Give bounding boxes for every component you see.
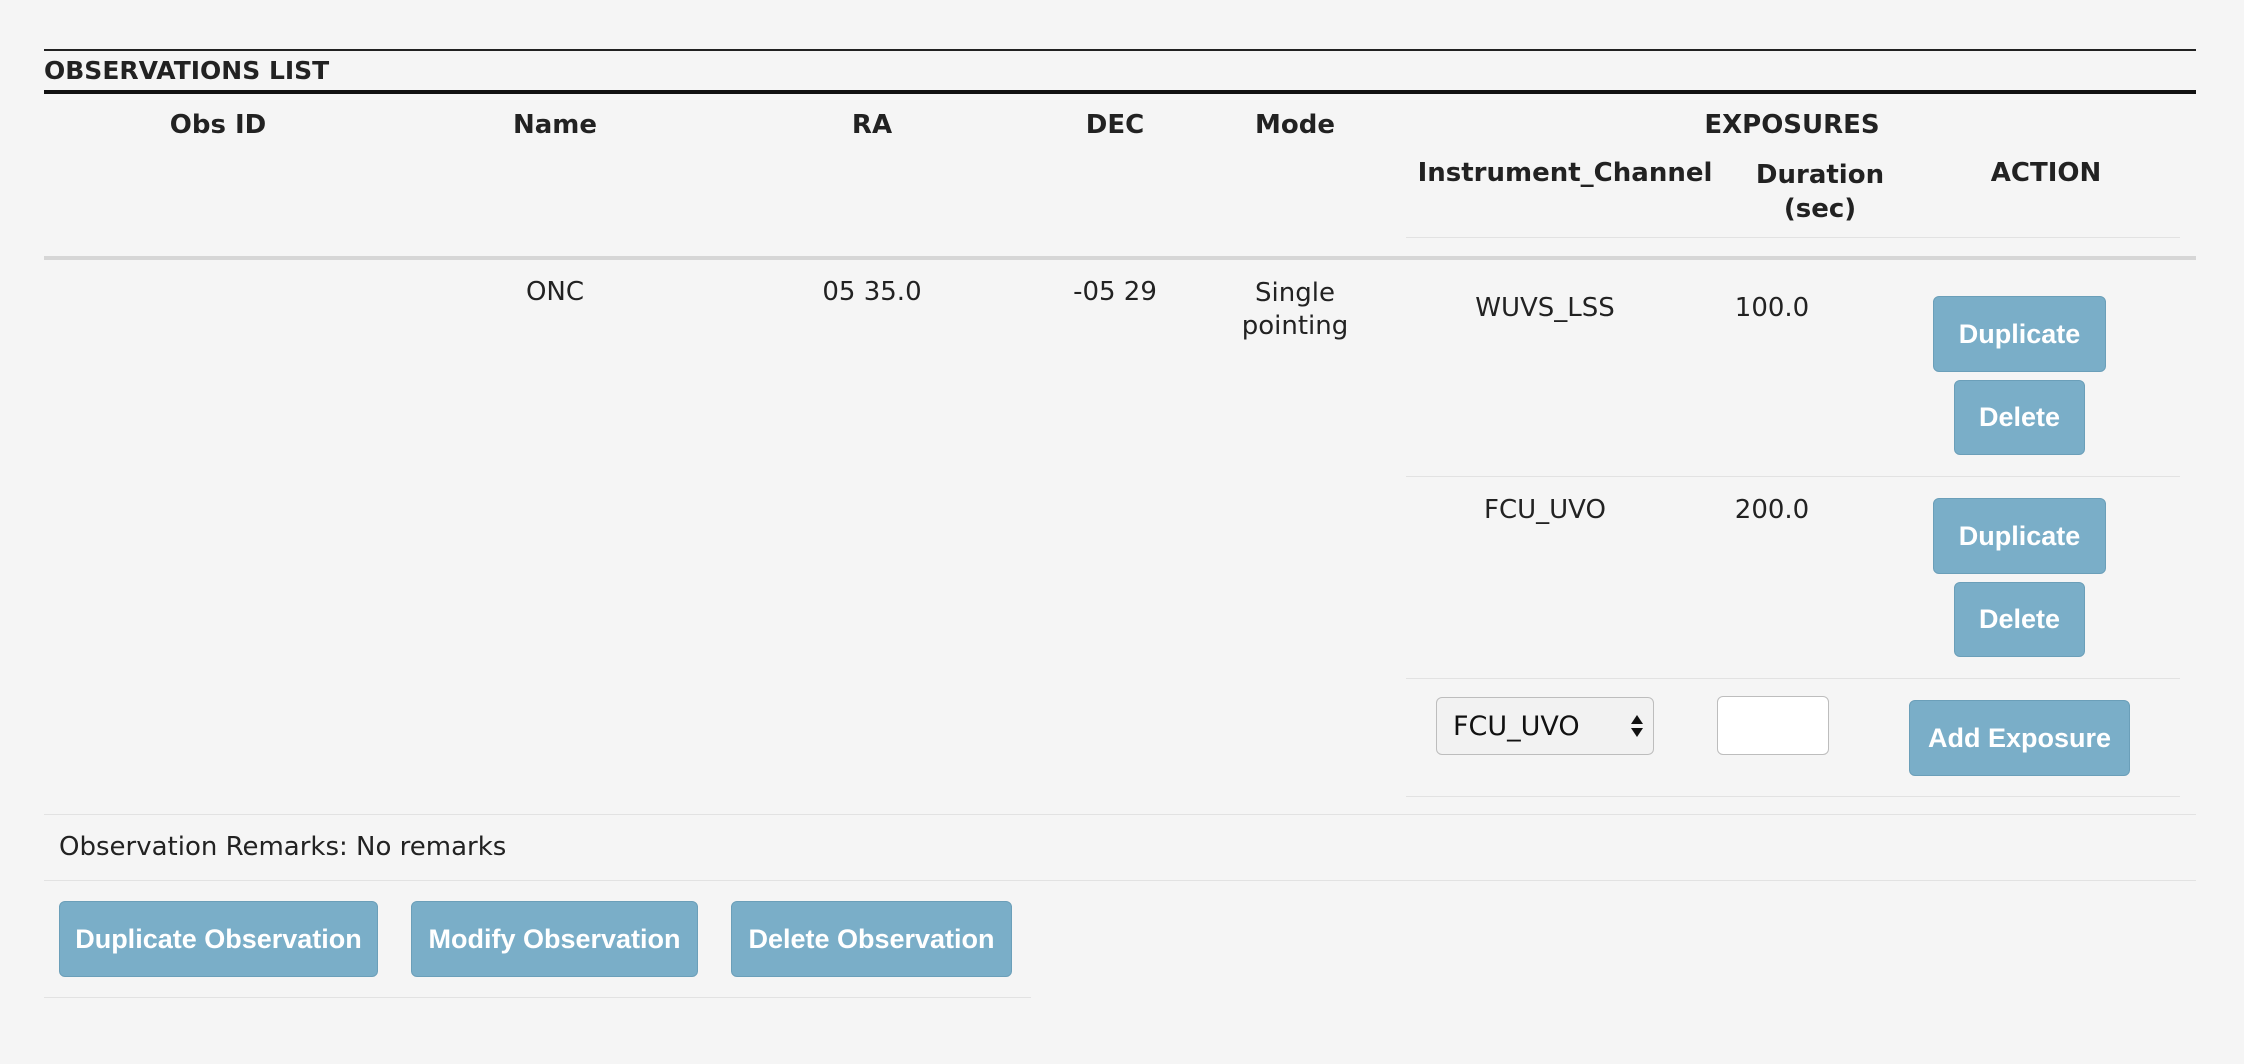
header-ra: RA: [851, 110, 893, 140]
header-duration-line1: Duration: [1755, 160, 1885, 190]
exposure-2-channel: FCU_UVO: [1484, 495, 1606, 525]
exposure-2-delete-button[interactable]: Delete: [1954, 582, 2085, 657]
exposure-2-duration: 200.0: [1734, 495, 1810, 525]
exposure-1-duplicate-button[interactable]: Duplicate: [1933, 296, 2106, 372]
header-name: Name: [512, 110, 598, 140]
duplicate-observation-button[interactable]: Duplicate Observation: [59, 901, 378, 977]
top-rule: [44, 49, 2196, 51]
row-dec: -05 29: [1073, 277, 1157, 307]
header-bottom-rule: [44, 256, 2196, 260]
remarks-bottom-rule: [44, 880, 2196, 881]
header-duration-line2: (sec): [1783, 194, 1857, 224]
header-action: ACTION: [1990, 158, 2102, 188]
chevron-updown-icon: [1631, 715, 1643, 737]
instrument-channel-select-value: FCU_UVO: [1453, 710, 1580, 742]
header-duration: Duration (sec): [1720, 158, 1920, 226]
header-obs-id: Obs ID: [169, 110, 267, 140]
row-ra: 05 35.0: [822, 277, 922, 307]
add-exposure-rule: [1406, 796, 2180, 797]
add-exposure-button[interactable]: Add Exposure: [1909, 700, 2130, 776]
delete-observation-button[interactable]: Delete Observation: [731, 901, 1012, 977]
exposure-1-delete-button[interactable]: Delete: [1954, 380, 2085, 455]
section-rule: [44, 90, 2196, 94]
header-exposures: EXPOSURES: [1704, 110, 1880, 140]
row-mode: Single pointing: [1195, 277, 1395, 343]
row-mode-line2: pointing: [1241, 311, 1349, 341]
header-dec: DEC: [1085, 110, 1145, 140]
observation-remarks: Observation Remarks: No remarks: [59, 832, 507, 862]
header-instrument-channel: Instrument_Channel: [1417, 158, 1713, 188]
exposures-header-rule: [1406, 237, 2180, 238]
exposure-1-rule: [1406, 476, 2180, 477]
row-name: ONC: [525, 277, 585, 307]
section-title: OBSERVATIONS LIST: [44, 56, 330, 85]
duration-input[interactable]: [1717, 696, 1829, 755]
header-mode: Mode: [1255, 110, 1335, 140]
actions-bottom-rule: [44, 997, 1031, 998]
remarks-top-rule: [44, 814, 2196, 815]
instrument-channel-select[interactable]: FCU_UVO: [1436, 697, 1654, 755]
modify-observation-button[interactable]: Modify Observation: [411, 901, 698, 977]
exposure-2-duplicate-button[interactable]: Duplicate: [1933, 498, 2106, 574]
exposure-2-rule: [1406, 678, 2180, 679]
exposure-1-duration: 100.0: [1734, 293, 1810, 323]
row-mode-line1: Single: [1255, 278, 1335, 308]
exposure-1-channel: WUVS_LSS: [1475, 293, 1615, 323]
